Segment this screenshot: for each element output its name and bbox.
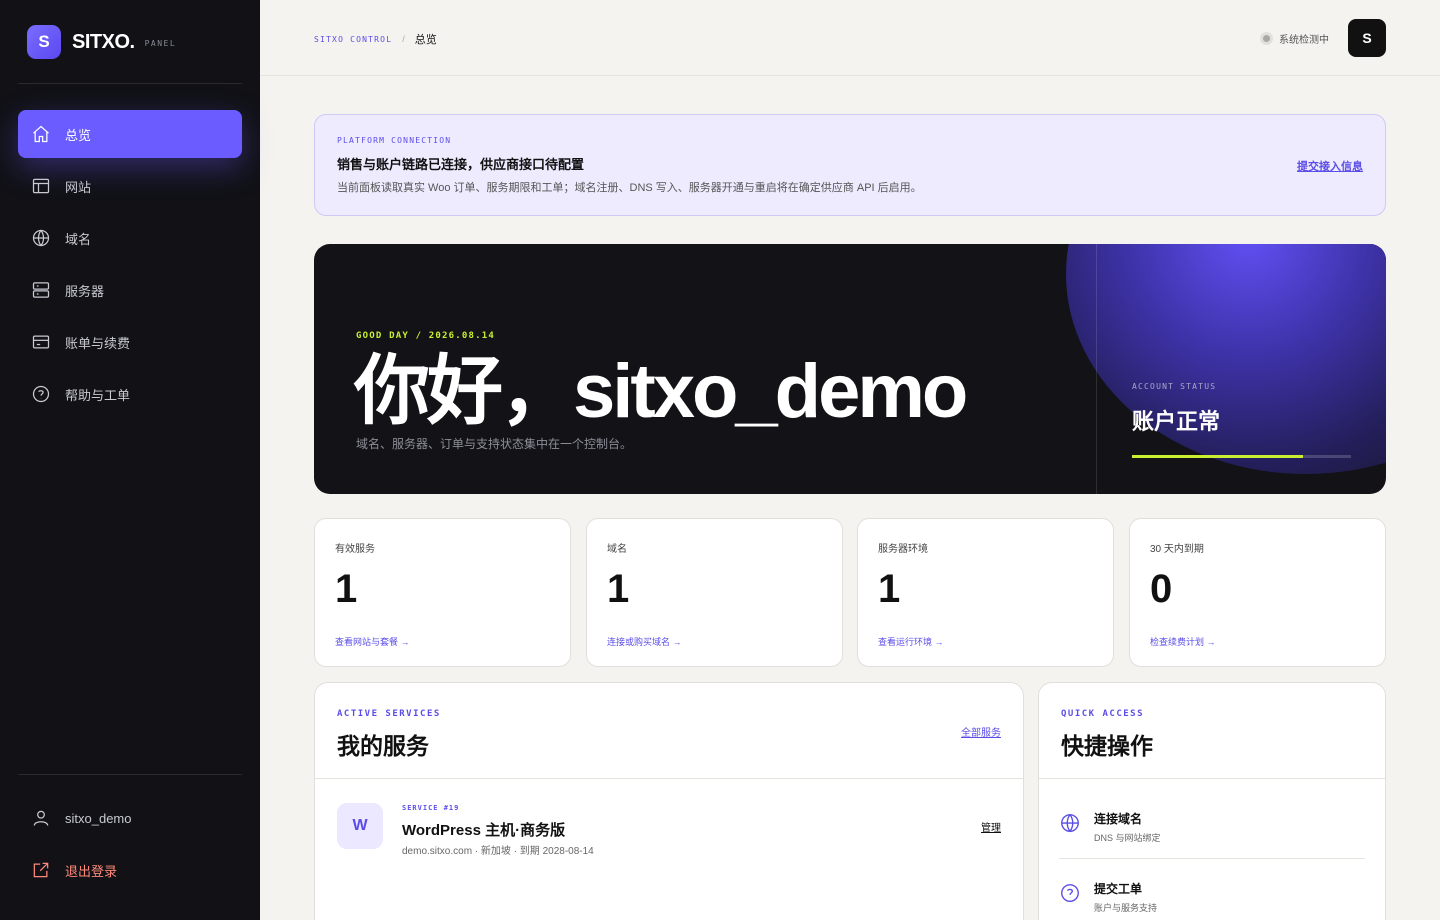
user-profile[interactable]: sitxo_demo [18, 794, 242, 842]
stat-card-server-env: 服务器环境 1 查看运行环境 → [857, 518, 1114, 667]
logout-label: 退出登录 [65, 863, 118, 879]
status-dot-icon [1260, 32, 1273, 45]
stat-link[interactable]: 连接或购买域名 → [607, 635, 682, 648]
stat-card-expiring: 30 天内到期 0 检查续费计划 → [1129, 518, 1386, 667]
sidebar: S SITXO. PANEL 总览 网站 域名 服务器 账单与续费 帮助与工单 [0, 0, 260, 920]
quick-action-divider [1059, 858, 1365, 859]
hero-gradient-orb [1066, 244, 1386, 474]
quick-action-title: 提交工单 [1094, 882, 1143, 896]
sidebar-item-label: 服务器 [65, 283, 105, 299]
all-services-link[interactable]: 全部服务 [961, 724, 1001, 739]
stat-label: 30 天内到期 [1150, 544, 1204, 555]
service-id: SERVICE #19 [402, 804, 460, 812]
stat-value: 1 [607, 567, 630, 611]
hero-divider [1096, 244, 1097, 494]
user-icon [31, 808, 51, 828]
layout-icon [31, 176, 51, 196]
platform-notice: PLATFORM CONNECTION 销售与账户链路已连接，供应商接口待配置 … [314, 114, 1386, 216]
sidebar-item-servers[interactable]: 服务器 [18, 266, 242, 314]
help-circle-icon [31, 384, 51, 404]
sidebar-user-area: sitxo_demo 退出登录 [18, 794, 242, 898]
logout-button[interactable]: 退出登录 [18, 846, 242, 894]
sidebar-item-label: 网站 [65, 179, 92, 195]
globe-icon [31, 228, 51, 248]
sidebar-divider [18, 774, 242, 775]
stat-label: 域名 [607, 544, 627, 555]
quick-access-panel: QUICK ACCESS 快捷操作 连接域名 DNS 与网站绑定 提交工单 账户… [1038, 682, 1386, 920]
account-progress-fill [1132, 455, 1303, 458]
stat-link[interactable]: 查看运行环境 → [878, 635, 944, 648]
sidebar-divider [18, 83, 242, 84]
submit-integration-link[interactable]: 提交接入信息 [1297, 158, 1363, 174]
credit-card-icon [31, 332, 51, 352]
quick-submit-ticket[interactable]: 提交工单 账户与服务支持 [1059, 862, 1365, 920]
stat-label: 服务器环境 [878, 544, 928, 555]
stat-value: 1 [878, 567, 901, 611]
avatar[interactable]: S [1348, 19, 1386, 57]
stat-link[interactable]: 查看网站与套餐 → [335, 635, 410, 648]
breadcrumb-current: 总览 [414, 34, 437, 46]
sidebar-item-domains[interactable]: 域名 [18, 214, 242, 262]
quick-action-desc: 账户与服务支持 [1094, 903, 1158, 913]
topbar: SITXO CONTROL / 总览 系统检测中 S [260, 0, 1440, 76]
stat-card-domains: 域名 1 连接或购买域名 → [586, 518, 843, 667]
stat-label: 有效服务 [335, 544, 375, 555]
account-progress-bar [1132, 455, 1351, 458]
service-name: WordPress 主机·商务版 [402, 822, 566, 839]
globe-icon [1059, 812, 1081, 834]
brand[interactable]: S SITXO. PANEL [27, 25, 176, 59]
hero-greeting: 你好，sitxo_demo [354, 349, 968, 434]
brand-sub: PANEL [144, 39, 177, 48]
hero-kicker: GOOD DAY / 2026.08.14 [356, 331, 495, 341]
panel-title: 我的服务 [337, 733, 429, 759]
sidebar-item-overview[interactable]: 总览 [18, 110, 242, 158]
service-meta: demo.sitxo.com · 新加坡 · 到期 2028-08-14 [402, 846, 594, 857]
home-icon [31, 124, 51, 144]
system-status-text: 系统检测中 [1279, 35, 1329, 46]
user-name: sitxo_demo [65, 810, 132, 826]
account-status-kicker: ACCOUNT STATUS [1132, 382, 1217, 391]
notice-description: 当前面板读取真实 Woo 订单、服务期限和工单；域名注册、DNS 写入、服务器开… [337, 182, 922, 194]
panel-divider [315, 778, 1023, 779]
quick-action-title: 连接域名 [1094, 812, 1143, 826]
sidebar-nav: 总览 网站 域名 服务器 账单与续费 帮助与工单 [18, 110, 242, 422]
stat-card-active-services: 有效服务 1 查看网站与套餐 → [314, 518, 571, 667]
sidebar-item-label: 总览 [65, 127, 92, 143]
panel-kicker: ACTIVE SERVICES [337, 709, 441, 719]
stat-value: 0 [1150, 567, 1173, 611]
sidebar-item-label: 域名 [65, 231, 92, 247]
sidebar-item-billing[interactable]: 账单与续费 [18, 318, 242, 366]
sidebar-item-support[interactable]: 帮助与工单 [18, 370, 242, 418]
breadcrumb-separator: / [402, 34, 405, 44]
external-link-icon [31, 860, 51, 880]
system-status: 系统检测中 [1260, 31, 1329, 46]
welcome-hero: GOOD DAY / 2026.08.14 你好，sitxo_demo 域名、服… [314, 244, 1386, 494]
breadcrumb: SITXO CONTROL / 总览 [314, 31, 437, 47]
notice-title: 销售与账户链路已连接，供应商接口待配置 [337, 157, 585, 172]
sidebar-item-label: 账单与续费 [65, 335, 131, 351]
panel-title: 快捷操作 [1061, 733, 1153, 759]
notice-kicker: PLATFORM CONNECTION [337, 136, 452, 145]
panel-kicker: QUICK ACCESS [1061, 709, 1145, 719]
wordpress-icon: W [337, 803, 383, 849]
stat-link[interactable]: 检查续费计划 → [1150, 635, 1216, 648]
breadcrumb-root[interactable]: SITXO CONTROL [314, 35, 392, 44]
server-icon [31, 280, 51, 300]
brand-name: SITXO. [72, 30, 135, 53]
services-panel: ACTIVE SERVICES 我的服务 全部服务 W SERVICE #19 … [314, 682, 1024, 920]
quick-action-desc: DNS 与网站绑定 [1094, 833, 1161, 843]
sidebar-item-label: 帮助与工单 [65, 387, 131, 403]
sidebar-item-websites[interactable]: 网站 [18, 162, 242, 210]
hero-subtitle: 域名、服务器、订单与支持状态集中在一个控制台。 [356, 437, 633, 451]
manage-service-button[interactable]: 管理 [981, 819, 1001, 834]
brand-logo: S [27, 25, 61, 59]
help-circle-icon [1059, 882, 1081, 904]
account-status: 账户正常 [1132, 409, 1221, 434]
panel-divider [1039, 778, 1385, 779]
quick-connect-domain[interactable]: 连接域名 DNS 与网站绑定 [1059, 792, 1365, 862]
stat-value: 1 [335, 567, 358, 611]
